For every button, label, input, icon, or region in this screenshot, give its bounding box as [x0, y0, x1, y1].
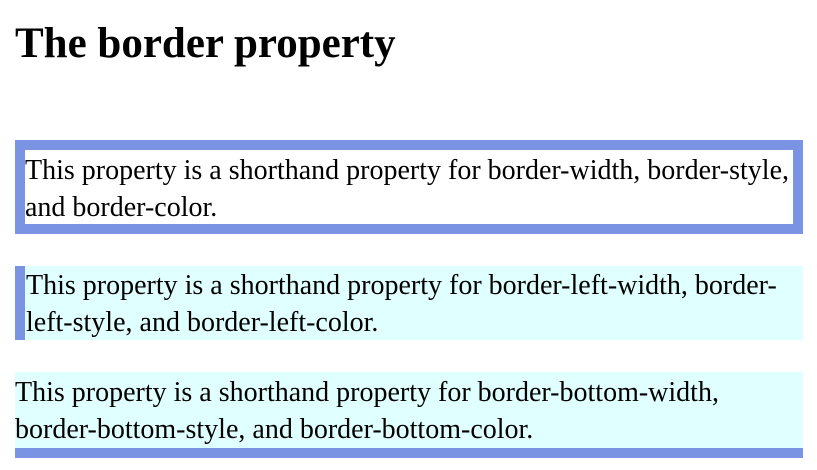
- paragraph-text: This property is a shorthand property fo…: [25, 155, 790, 223]
- paragraph-text: This property is a shorthand property fo…: [15, 377, 719, 445]
- border-bottom-paragraph: This property is a shorthand property fo…: [15, 372, 803, 458]
- paragraph-text: This property is a shorthand property fo…: [26, 270, 777, 338]
- page-title: The border property: [15, 20, 396, 67]
- border-shorthand-paragraph: This property is a shorthand property fo…: [15, 140, 803, 234]
- border-left-paragraph: This property is a shorthand property fo…: [15, 266, 803, 340]
